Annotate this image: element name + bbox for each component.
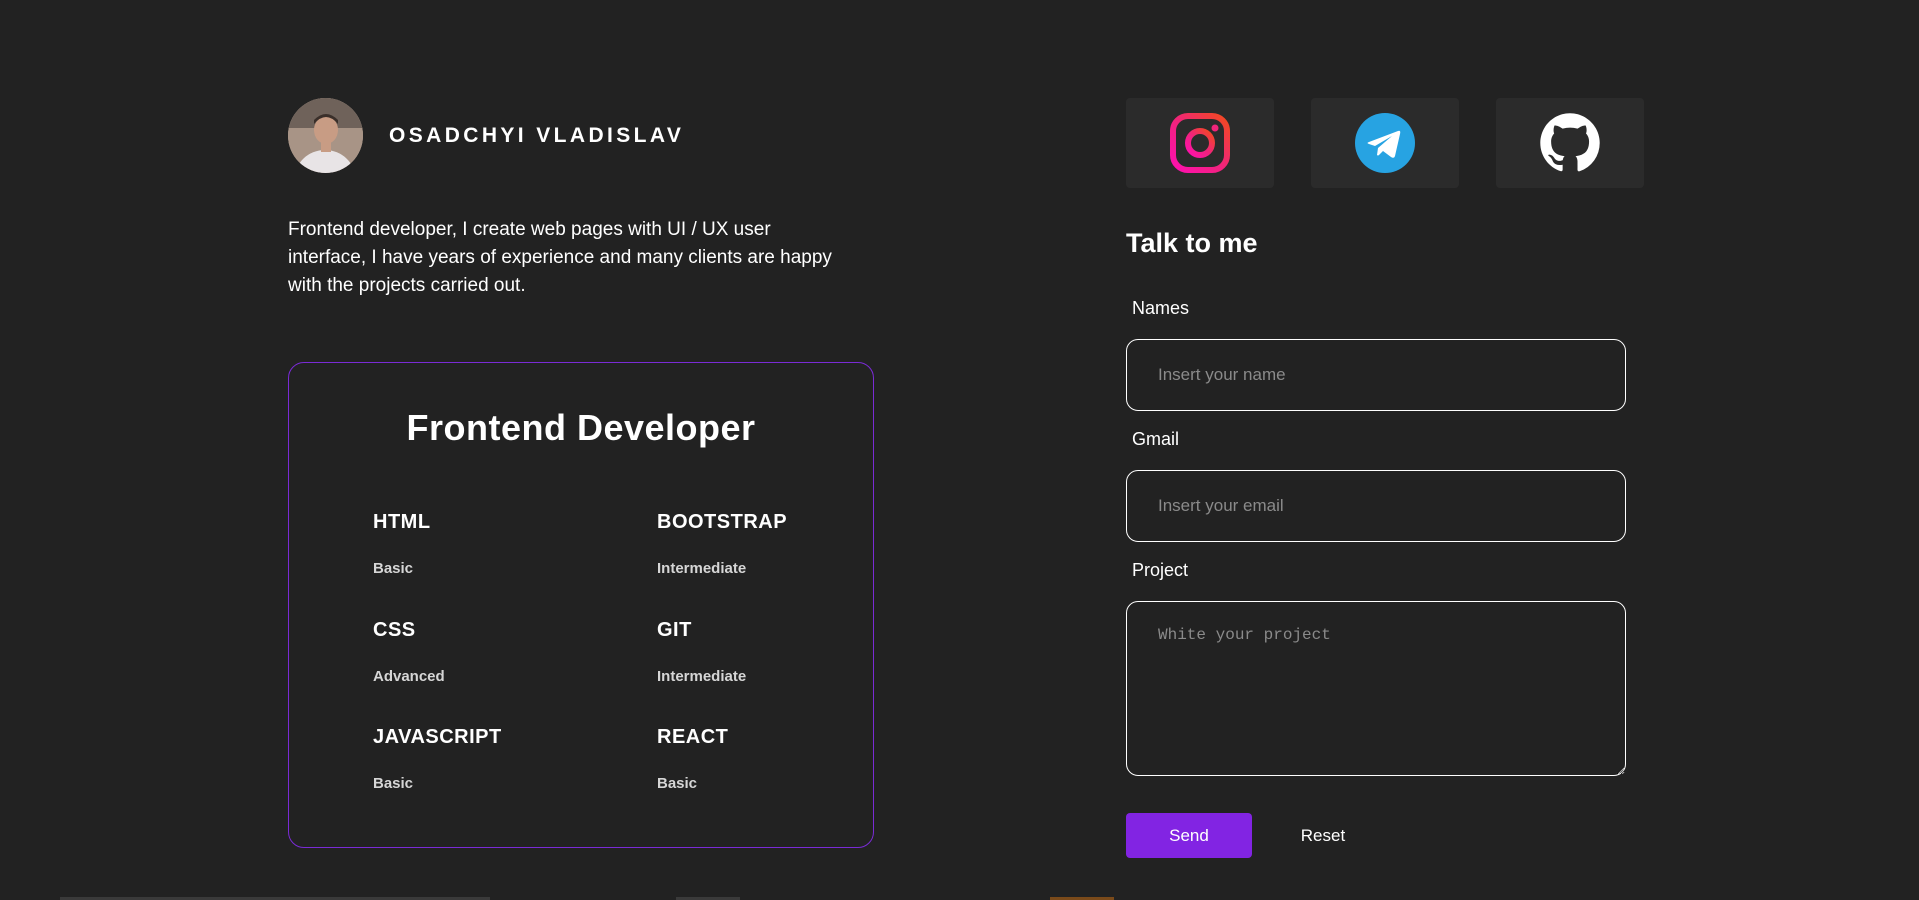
skill-item: REACT Basic: [657, 726, 877, 792]
project-textarea[interactable]: [1126, 601, 1626, 776]
instagram-icon: [1170, 113, 1230, 173]
reset-button[interactable]: Reset: [1280, 813, 1366, 858]
skill-item: BOOTSTRAP Intermediate: [657, 511, 877, 577]
skill-item: HTML Basic: [373, 511, 593, 577]
profile-header: OSADCHYI VLADISLAV: [288, 98, 684, 173]
skill-level: Basic: [657, 775, 698, 792]
instagram-link[interactable]: [1126, 98, 1274, 188]
avatar-photo: [288, 98, 363, 173]
skill-name: JAVASCRIPT: [373, 726, 502, 748]
skills-title: Frontend Developer: [406, 407, 756, 448]
avatar: [288, 98, 363, 173]
profile-bio: Frontend developer, I create web pages w…: [288, 219, 832, 296]
skill-level: Basic: [373, 775, 414, 792]
email-label: Gmail: [1132, 429, 1180, 449]
email-input[interactable]: [1126, 470, 1626, 542]
skill-item: GIT Intermediate: [657, 619, 877, 685]
telegram-icon: [1355, 113, 1415, 173]
skill-item: CSS Advanced: [373, 619, 593, 685]
skill-name: REACT: [657, 726, 729, 748]
skills-card: Frontend Developer HTML Basic BOOTSTRAP …: [288, 362, 874, 848]
github-link[interactable]: [1496, 98, 1644, 188]
project-label: Project: [1132, 560, 1189, 580]
skill-name: BOOTSTRAP: [657, 511, 788, 533]
skill-item: JAVASCRIPT Basic: [373, 726, 593, 792]
skill-level: Intermediate: [657, 668, 747, 685]
skill-level: Intermediate: [657, 560, 747, 577]
skill-level: Advanced: [373, 668, 445, 685]
skill-name: HTML: [373, 511, 431, 533]
skill-name: CSS: [373, 619, 416, 641]
telegram-link[interactable]: [1311, 98, 1459, 188]
github-icon: [1540, 113, 1600, 172]
skill-name: GIT: [657, 619, 692, 641]
name-label: Names: [1132, 298, 1190, 318]
profile-name: OSADCHYI VLADISLAV: [389, 123, 685, 147]
skill-level: Basic: [373, 560, 414, 577]
send-button[interactable]: Send: [1126, 813, 1252, 858]
name-input[interactable]: [1126, 339, 1626, 411]
contact-title: Talk to me: [1126, 228, 1258, 258]
